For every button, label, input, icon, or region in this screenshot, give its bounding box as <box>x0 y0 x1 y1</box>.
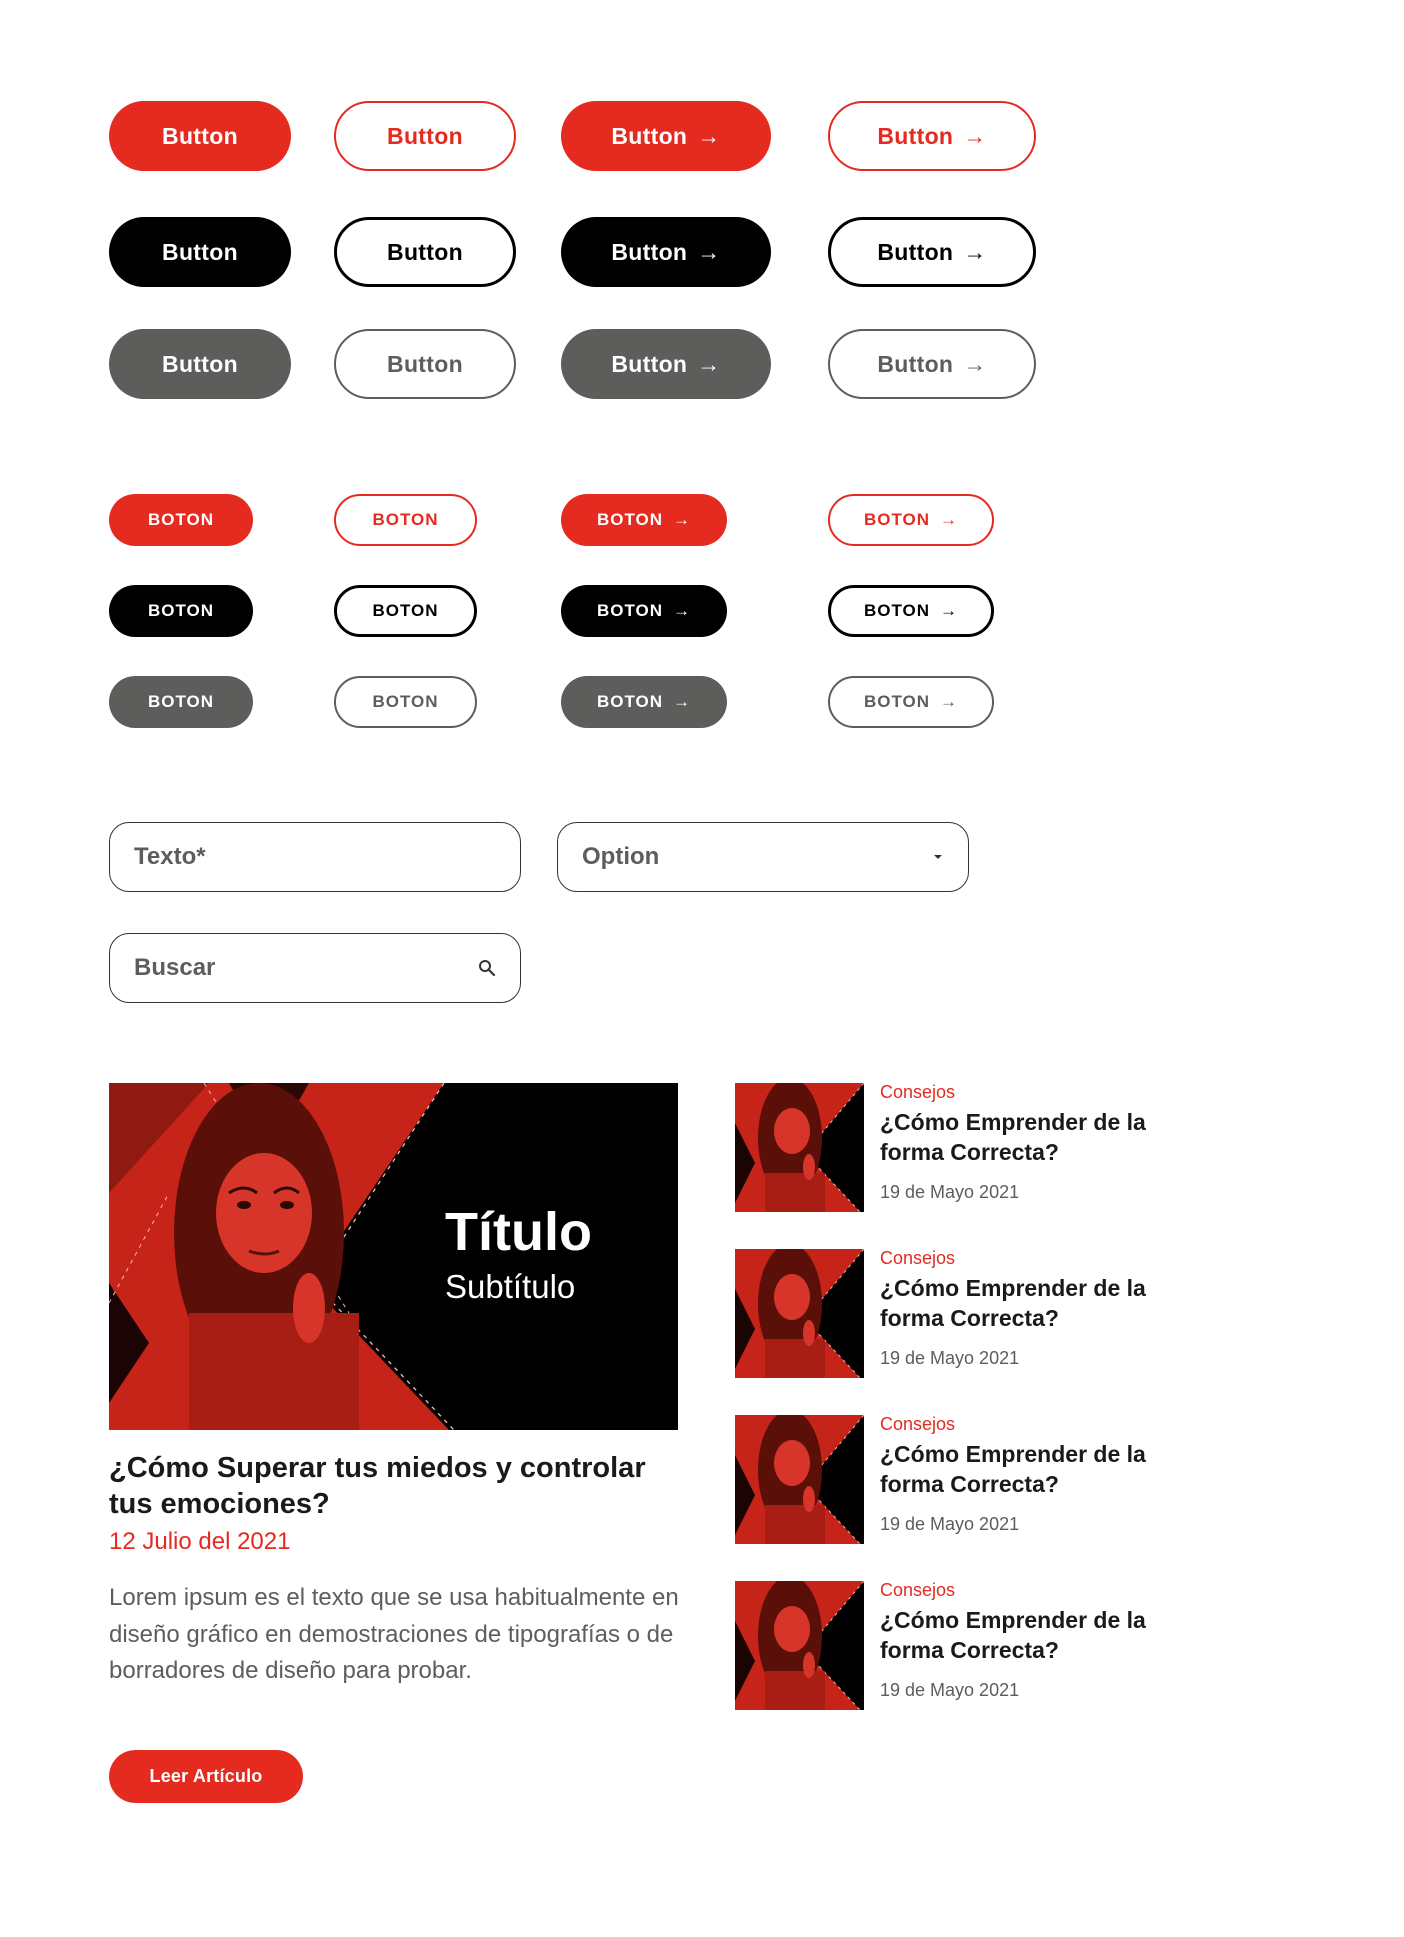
arrow-right-icon: → <box>673 692 692 711</box>
article-category[interactable]: Consejos <box>880 1414 955 1435</box>
button-label: Button <box>877 238 954 265</box>
boton-red-outline[interactable]: BOTON <box>334 494 477 546</box>
article-thumbnail[interactable] <box>735 1249 864 1378</box>
side-article[interactable]: Consejos ¿Cómo Emprender de la forma Cor… <box>735 1248 1255 1379</box>
article-title[interactable]: ¿Cómo Emprender de la forma Correcta? <box>880 1273 1210 1333</box>
article-category[interactable]: Consejos <box>880 1082 955 1103</box>
button-label: Button <box>162 238 238 265</box>
button-label: Button <box>877 122 954 149</box>
button-label: BOTON <box>863 510 931 529</box>
featured-image-title: Título <box>445 1202 592 1262</box>
button-label: BOTON <box>372 692 439 711</box>
featured-photo <box>109 1083 678 1430</box>
button-label: BOTON <box>863 601 931 620</box>
button-gray-solid-arrow[interactable]: Button → <box>561 329 771 399</box>
arrow-right-icon: → <box>963 350 987 377</box>
boton-black-outline-arrow[interactable]: BOTON → <box>828 585 994 637</box>
boton-red-solid-arrow[interactable]: BOTON → <box>561 494 727 546</box>
select-value: Option <box>582 843 660 870</box>
featured-image[interactable]: Título Subtítulo <box>109 1083 678 1430</box>
article-title[interactable]: ¿Cómo Emprender de la forma Correcta? <box>880 1605 1210 1665</box>
button-label: Leer Artículo <box>149 1766 263 1786</box>
arrow-right-icon: → <box>940 601 959 620</box>
button-label: Button <box>387 238 463 265</box>
arrow-right-icon: → <box>697 350 721 377</box>
arrow-right-icon: → <box>963 238 987 265</box>
article-thumbnail[interactable] <box>735 1083 864 1212</box>
side-article[interactable]: Consejos ¿Cómo Emprender de la forma Cor… <box>735 1082 1255 1213</box>
boton-gray-outline-arrow[interactable]: BOTON → <box>828 676 994 728</box>
text-field[interactable]: Texto* <box>109 822 521 892</box>
button-label: Button <box>611 238 688 265</box>
search-placeholder: Buscar <box>134 954 216 981</box>
article-date: 19 de Mayo 2021 <box>880 1182 1020 1202</box>
button-label: BOTON <box>596 692 664 711</box>
button-label: Button <box>611 350 688 377</box>
button-label: Button <box>877 350 954 377</box>
boton-black-outline[interactable]: BOTON <box>334 585 477 637</box>
arrow-right-icon: → <box>940 692 959 711</box>
button-gray-solid[interactable]: Button <box>109 329 291 399</box>
arrow-right-icon: → <box>673 601 692 620</box>
button-label: BOTON <box>147 510 215 529</box>
featured-title[interactable]: ¿Cómo Superar tus miedos y controlar tus… <box>109 1450 669 1522</box>
button-black-solid[interactable]: Button <box>109 217 291 287</box>
button-label: Button <box>387 122 463 149</box>
boton-gray-outline[interactable]: BOTON <box>334 676 477 728</box>
boton-red-outline-arrow[interactable]: BOTON → <box>828 494 994 546</box>
article-category[interactable]: Consejos <box>880 1580 955 1601</box>
button-red-solid-arrow[interactable]: Button → <box>561 101 771 171</box>
button-label: BOTON <box>863 692 931 711</box>
arrow-right-icon: → <box>697 122 721 149</box>
button-label: Button <box>387 350 463 377</box>
arrow-right-icon: → <box>940 510 959 529</box>
boton-black-solid-arrow[interactable]: BOTON → <box>561 585 727 637</box>
option-select[interactable]: Option <box>557 822 969 892</box>
search-icon[interactable] <box>478 959 496 977</box>
button-gray-outline[interactable]: Button <box>334 329 516 399</box>
arrow-right-icon: → <box>697 238 721 265</box>
article-title[interactable]: ¿Cómo Emprender de la forma Correcta? <box>880 1107 1210 1167</box>
article-category[interactable]: Consejos <box>880 1248 955 1269</box>
featured-image-subtitle: Subtítulo <box>445 1268 576 1305</box>
featured-date: 12 Julio del 2021 <box>109 1528 291 1555</box>
button-black-outline-arrow[interactable]: Button → <box>828 217 1036 287</box>
chevron-down-icon <box>932 853 944 861</box>
arrow-right-icon: → <box>673 510 692 529</box>
article-date: 19 de Mayo 2021 <box>880 1348 1020 1368</box>
article-date: 19 de Mayo 2021 <box>880 1514 1020 1534</box>
button-red-solid[interactable]: Button <box>109 101 291 171</box>
arrow-right-icon: → <box>963 122 987 149</box>
side-article[interactable]: Consejos ¿Cómo Emprender de la forma Cor… <box>735 1580 1255 1711</box>
read-article-button[interactable]: Leer Artículo <box>109 1750 303 1803</box>
boton-red-solid[interactable]: BOTON <box>109 494 253 546</box>
button-black-outline[interactable]: Button <box>334 217 516 287</box>
button-red-outline-arrow[interactable]: Button → <box>828 101 1036 171</box>
button-label: BOTON <box>147 601 215 620</box>
button-black-solid-arrow[interactable]: Button → <box>561 217 771 287</box>
button-label: BOTON <box>372 510 439 529</box>
button-red-outline[interactable]: Button <box>334 101 516 171</box>
button-gray-outline-arrow[interactable]: Button → <box>828 329 1036 399</box>
button-label: Button <box>162 122 238 149</box>
featured-excerpt: Lorem ipsum es el texto que se usa habit… <box>109 1584 679 1684</box>
article-title[interactable]: ¿Cómo Emprender de la forma Correcta? <box>880 1439 1210 1499</box>
article-date: 19 de Mayo 2021 <box>880 1680 1020 1700</box>
button-label: Button <box>611 122 688 149</box>
boton-gray-solid[interactable]: BOTON <box>109 676 253 728</box>
text-field-value: Texto* <box>134 843 206 870</box>
button-label: BOTON <box>596 601 664 620</box>
search-field[interactable]: Buscar <box>109 933 521 1003</box>
button-label: BOTON <box>596 510 664 529</box>
article-thumbnail[interactable] <box>735 1581 864 1710</box>
article-thumbnail[interactable] <box>735 1415 864 1544</box>
button-label: BOTON <box>372 601 439 620</box>
side-article[interactable]: Consejos ¿Cómo Emprender de la forma Cor… <box>735 1414 1255 1545</box>
button-label: Button <box>162 350 238 377</box>
button-label: BOTON <box>147 692 215 711</box>
boton-black-solid[interactable]: BOTON <box>109 585 253 637</box>
boton-gray-solid-arrow[interactable]: BOTON → <box>561 676 727 728</box>
